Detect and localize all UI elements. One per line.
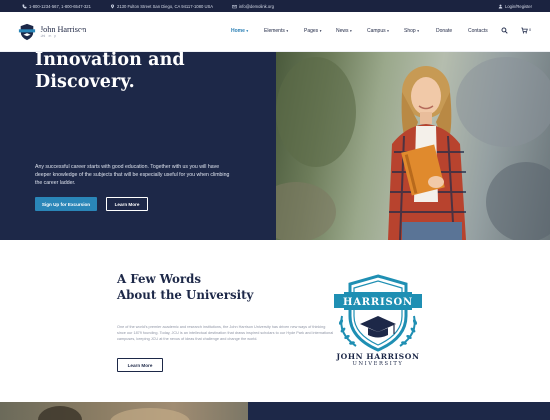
chevron-down-icon: ▾ bbox=[387, 29, 389, 33]
user-icon bbox=[498, 4, 503, 9]
login-register[interactable]: Login/Register bbox=[498, 0, 532, 12]
nav-news-label: News bbox=[336, 28, 349, 34]
phone-numbers: 1-800-1234-567, 1-800-6547-321 bbox=[29, 3, 91, 9]
about-title: A Few Words About the University bbox=[117, 271, 253, 303]
about-learn-more-button[interactable]: Learn More bbox=[117, 358, 163, 372]
hero-title-line: Innovation and bbox=[35, 50, 185, 70]
nav-donate-label: Donate bbox=[436, 28, 453, 34]
next-section-panel bbox=[248, 402, 550, 420]
email-info[interactable]: info@demolink.org bbox=[232, 0, 274, 12]
next-section-photo bbox=[0, 402, 248, 420]
hero-title-line: Inspiration, bbox=[35, 28, 152, 48]
cart-count: 0 bbox=[529, 28, 532, 32]
nav-contacts-label: Contacts bbox=[468, 28, 488, 34]
crest-university-subtitle: UNIVERSITY bbox=[352, 361, 404, 367]
campus-photo-illustration bbox=[38, 406, 190, 420]
hero-title: Inspiration, Innovation and Discovery. bbox=[35, 27, 275, 93]
phone-info: 1-800-1234-567, 1-800-6547-321 bbox=[22, 0, 91, 12]
phone-icon bbox=[22, 4, 27, 9]
address-info: 2130 Fulton Street San Diego, CA 94117-1… bbox=[110, 0, 213, 12]
nav-shop[interactable]: Shop ▾ bbox=[404, 24, 419, 38]
hero-title-line: Discovery. bbox=[35, 72, 135, 92]
sign-up-excursion-button[interactable]: Sign Up for Excursion bbox=[35, 197, 97, 211]
crest-banner-text: HARRISON bbox=[343, 297, 413, 308]
chevron-down-icon: ▾ bbox=[286, 29, 289, 33]
chevron-down-icon: ▾ bbox=[417, 29, 419, 33]
email-link[interactable]: info@demolink.org bbox=[239, 4, 274, 9]
chevron-down-icon: ▾ bbox=[350, 29, 352, 33]
nav-pages-label: Pages bbox=[304, 28, 319, 34]
student-photo-illustration bbox=[276, 57, 550, 240]
nav-campus[interactable]: Campus ▾ bbox=[367, 24, 389, 38]
about-title-line: A Few Words bbox=[117, 272, 202, 286]
location-pin-icon bbox=[110, 4, 115, 9]
address-text: 2130 Fulton Street San Diego, CA 94117-1… bbox=[117, 3, 214, 9]
hero-learn-more-button[interactable]: Learn More bbox=[106, 197, 148, 211]
search-icon[interactable] bbox=[501, 27, 508, 34]
about-title-line: About the University bbox=[117, 288, 254, 302]
nav-donate[interactable]: Donate bbox=[436, 24, 452, 38]
cart-icon[interactable] bbox=[521, 27, 528, 34]
about-description: One of the world's premier academic and … bbox=[117, 325, 334, 341]
nav-news[interactable]: News ▾ bbox=[336, 24, 352, 38]
nav-pages[interactable]: Pages ▾ bbox=[304, 24, 321, 38]
nav-shop-label: Shop bbox=[404, 28, 416, 34]
hero-description: Any successful career starts with good e… bbox=[35, 164, 230, 186]
university-crest-icon bbox=[18, 23, 36, 41]
nav-campus-label: Campus bbox=[367, 28, 386, 34]
top-bar: 1-800-1234-567, 1-800-6547-321 2130 Fult… bbox=[0, 0, 550, 12]
envelope-icon bbox=[232, 4, 237, 9]
login-link[interactable]: Login/Register bbox=[505, 4, 532, 9]
crest-university-name: JOHN HARRISON bbox=[336, 352, 420, 361]
chevron-down-icon: ▾ bbox=[319, 29, 322, 33]
nav-contacts[interactable]: Contacts bbox=[468, 24, 488, 38]
hero-photo bbox=[276, 52, 550, 240]
